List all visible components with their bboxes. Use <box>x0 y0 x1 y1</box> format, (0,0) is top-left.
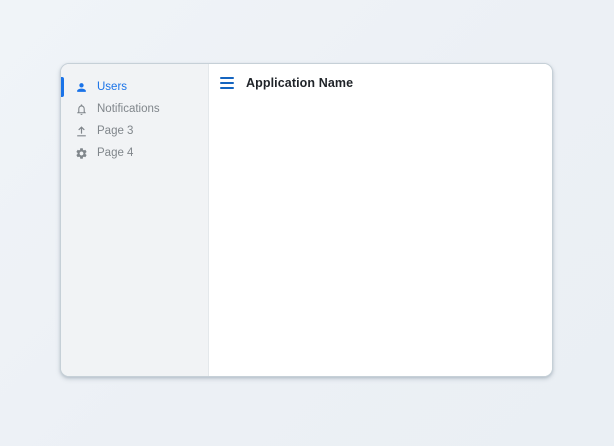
app-title: Application Name <box>246 76 353 90</box>
main-pane: Application Name <box>209 64 552 376</box>
active-indicator <box>61 77 64 97</box>
sidebar-item-label: Notifications <box>97 103 160 116</box>
sidebar-item-page-3[interactable]: Page 3 <box>61 120 208 142</box>
app-window: Users Notifications Page 3 Page 4 <box>60 63 553 377</box>
sidebar-item-label: Users <box>97 81 127 94</box>
hamburger-menu-icon[interactable] <box>220 77 234 89</box>
main-header: Application Name <box>209 64 552 90</box>
sidebar-item-label: Page 4 <box>97 147 133 160</box>
sidebar-item-page-4[interactable]: Page 4 <box>61 142 208 164</box>
sidebar-item-label: Page 3 <box>97 125 133 138</box>
bell-icon <box>75 103 88 116</box>
sidebar-item-notifications[interactable]: Notifications <box>61 98 208 120</box>
sidebar-item-users[interactable]: Users <box>61 76 208 98</box>
page-background: { "app": { "title": "Application Name" }… <box>0 0 614 446</box>
sidebar: Users Notifications Page 3 Page 4 <box>61 64 209 376</box>
user-icon <box>75 81 88 94</box>
gear-icon <box>75 147 88 160</box>
main-content <box>209 90 552 376</box>
upload-icon <box>75 125 88 138</box>
